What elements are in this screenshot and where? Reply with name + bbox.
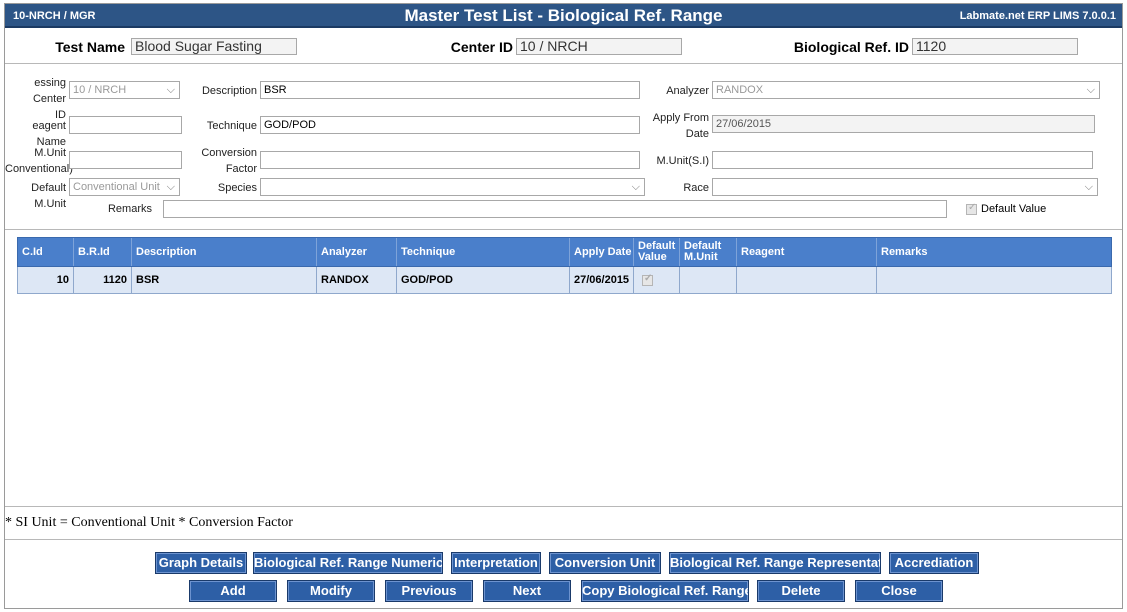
processing-center-select[interactable]: 10 / NRCH ⌵ [69, 81, 180, 99]
munit-conventional-field[interactable] [69, 151, 182, 169]
interpretation-button[interactable]: Interpretation [451, 552, 541, 574]
species-select[interactable]: ⌵ [260, 178, 645, 196]
title-bar: 10-NRCH / MGR Master Test List - Biologi… [5, 4, 1122, 28]
main-window: 10-NRCH / MGR Master Test List - Biologi… [4, 3, 1123, 609]
column-header-default-munit[interactable]: Default M.Unit [680, 238, 737, 266]
conversion-unit-button[interactable]: Conversion Unit [549, 552, 661, 574]
cell-description: BSR [132, 267, 317, 293]
apply-from-date-field[interactable]: 27/06/2015 [712, 115, 1095, 133]
add-button[interactable]: Add [189, 580, 277, 602]
previous-button[interactable]: Previous [385, 580, 473, 602]
munit-conventional-label: M.Unit Conventional) [5, 147, 73, 175]
cell-default-munit [680, 267, 737, 293]
column-header-description[interactable]: Description [132, 238, 317, 266]
chevron-down-icon: ⌵ [631, 181, 640, 193]
description-field[interactable]: BSR [260, 81, 640, 99]
analyzer-label: Analyzer [666, 85, 709, 97]
cell-brid: 1120 [74, 267, 132, 293]
cell-reagent [737, 267, 877, 293]
default-value-option[interactable]: Default Value [966, 202, 1046, 215]
apply-from-date-label: Apply From Date [652, 112, 709, 140]
remarks-field[interactable] [163, 200, 947, 218]
center-id-label: Center ID [450, 39, 513, 55]
center-id-field[interactable]: 10 / NRCH [516, 38, 682, 55]
delete-button[interactable]: Delete [757, 580, 845, 602]
copy-bio-ref-range-button[interactable]: Copy Biological Ref. Range [581, 580, 749, 602]
default-munit-label: Default M.Unit [31, 182, 66, 210]
modify-button[interactable]: Modify [287, 580, 375, 602]
chevron-down-icon: ⌵ [166, 181, 175, 193]
conversion-factor-field[interactable] [260, 151, 640, 169]
bio-ref-range-representation-button[interactable]: Biological Ref. Range Representation [669, 552, 881, 574]
munit-si-label: M.Unit(S.I) [656, 155, 709, 167]
graph-details-button[interactable]: Graph Details [155, 552, 247, 574]
page-title: Master Test List - Biological Ref. Range [404, 6, 723, 25]
default-value-checkbox[interactable] [642, 273, 653, 286]
column-header-brid[interactable]: B.R.Id [74, 238, 132, 266]
reagent-name-field[interactable] [69, 116, 182, 134]
chevron-down-icon: ⌵ [1086, 84, 1095, 96]
cell-remarks [877, 267, 1111, 293]
form-divider [5, 229, 1122, 230]
grid-header: C.Id B.R.Id Description Analyzer Techniq… [17, 237, 1112, 267]
header-divider [5, 63, 1122, 64]
technique-field[interactable]: GOD/POD [260, 116, 640, 134]
note-divider [5, 539, 1122, 540]
column-header-apply-date[interactable]: Apply Date [570, 238, 634, 266]
column-header-technique[interactable]: Technique [397, 238, 570, 266]
description-label: Description [201, 85, 257, 97]
grid-divider [5, 506, 1122, 507]
column-header-reagent[interactable]: Reagent [737, 238, 877, 266]
accreditation-button[interactable]: Accrediation [889, 552, 979, 574]
column-header-default-value[interactable]: Default Value [634, 238, 680, 266]
test-name-label: Test Name [55, 39, 125, 55]
munit-si-field[interactable] [712, 151, 1093, 169]
next-button[interactable]: Next [483, 580, 571, 602]
close-button[interactable]: Close [855, 580, 943, 602]
analyzer-select[interactable]: RANDOX ⌵ [712, 81, 1100, 99]
cell-cid: 10 [18, 267, 74, 293]
race-label: Race [683, 182, 709, 194]
default-value-checkbox[interactable] [966, 202, 977, 215]
bio-ref-range-numeric-button[interactable]: Biological Ref. Range Numeric [253, 552, 443, 574]
si-unit-note: * SI Unit = Conventional Unit * Conversi… [5, 515, 293, 530]
bio-ref-id-field[interactable]: 1120 [912, 38, 1078, 55]
default-munit-select[interactable]: Conventional Unit ⌵ [69, 178, 180, 196]
remarks-label: Remarks [107, 203, 152, 215]
table-row[interactable]: 10 1120 BSR RANDOX GOD/POD 27/06/2015 [17, 267, 1112, 294]
cell-technique: GOD/POD [397, 267, 570, 293]
column-header-remarks[interactable]: Remarks [877, 238, 1111, 266]
cell-apply-date: 27/06/2015 [570, 267, 634, 293]
column-header-cid[interactable]: C.Id [18, 238, 74, 266]
bio-ref-id-label: Biological Ref. ID [793, 39, 909, 55]
processing-center-label: essing Center ID [32, 77, 66, 121]
chevron-down-icon: ⌵ [166, 84, 175, 96]
chevron-down-icon: ⌵ [1084, 181, 1093, 193]
cell-analyzer: RANDOX [317, 267, 397, 293]
conversion-factor-label: Conversion Factor [201, 147, 257, 175]
race-select[interactable]: ⌵ [712, 178, 1098, 196]
column-header-analyzer[interactable]: Analyzer [317, 238, 397, 266]
test-name-field[interactable]: Blood Sugar Fasting [131, 38, 297, 55]
product-version: Labmate.net ERP LIMS 7.0.0.1 [959, 10, 1116, 22]
species-label: Species [217, 182, 257, 194]
technique-label: Technique [206, 120, 257, 132]
cell-default-value [634, 267, 680, 293]
